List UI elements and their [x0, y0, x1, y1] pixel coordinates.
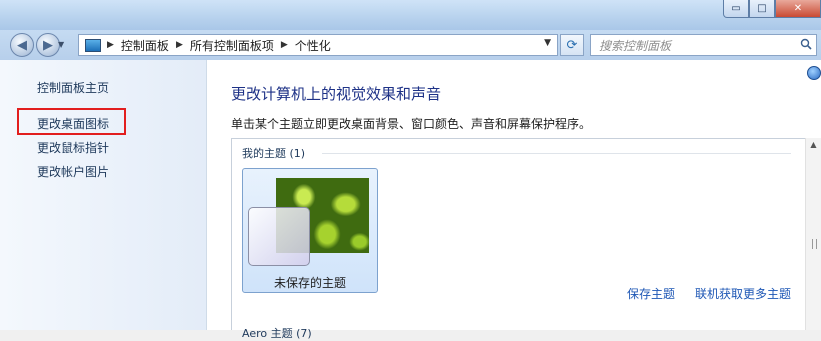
address-dropdown-icon[interactable]: ▼ [544, 38, 551, 48]
back-arrow-icon: ◀ [17, 37, 27, 53]
page-title: 更改计算机上的视觉效果和声音 [231, 85, 442, 103]
theme-window-color-preview [248, 207, 310, 266]
breadcrumb-personalization[interactable]: 个性化 [295, 37, 331, 54]
window-title-bar[interactable]: ▭ □ ✕ [0, 0, 821, 30]
breadcrumb-chevron-icon[interactable]: ▶ [281, 40, 288, 50]
help-icon[interactable] [807, 66, 821, 80]
vertical-scrollbar[interactable]: ▲ [805, 138, 821, 330]
recent-pages-dropdown-icon[interactable]: ▼ [58, 40, 64, 49]
refresh-icon: ⟳ [566, 37, 578, 53]
sidebar-item-change-mouse-pointers[interactable]: 更改鼠标指针 [37, 139, 109, 156]
highlight-annotation-box [17, 108, 126, 135]
maximize-button[interactable]: □ [749, 0, 775, 18]
get-more-themes-online-link[interactable]: 联机获取更多主题 [695, 285, 791, 302]
scroll-thumb-grip[interactable] [812, 239, 817, 249]
sidebar-item-change-account-picture[interactable]: 更改帐户图片 [37, 163, 109, 180]
search-placeholder: 搜索控制面板 [599, 38, 672, 53]
control-panel-icon [85, 38, 101, 52]
forward-button[interactable]: ▶ [36, 33, 60, 57]
theme-tile-unsaved[interactable]: 未保存的主题 [242, 168, 378, 293]
close-button[interactable]: ✕ [775, 0, 821, 18]
minimize-button[interactable]: ▭ [723, 0, 749, 18]
aero-themes-group-header[interactable]: Aero 主题 (7) [242, 325, 312, 341]
page-description: 单击某个主题立即更改桌面背景、窗口颜色、声音和屏幕保护程序。 [231, 117, 592, 131]
theme-name-label: 未保存的主题 [273, 276, 346, 290]
breadcrumb-chevron-icon[interactable]: ▶ [176, 40, 183, 50]
theme-list-panel: 我的主题 (1) 未保存的主题 保存主题 联机获取更多主题 Aero 主题 (7… [231, 138, 821, 340]
search-icon[interactable] [800, 38, 812, 50]
scroll-up-icon[interactable]: ▲ [806, 140, 821, 149]
sidebar-item-control-panel-home[interactable]: 控制面板主页 [37, 79, 109, 96]
window-caption-buttons: ▭ □ ✕ [723, 0, 821, 20]
breadcrumb-all-items[interactable]: 所有控制面板项 [190, 37, 274, 54]
address-bar[interactable]: ▶ 控制面板 ▶ 所有控制面板项 ▶ 个性化 ▼ [78, 34, 558, 56]
back-button[interactable]: ◀ [10, 33, 34, 57]
theme-actions: 保存主题 联机获取更多主题 [627, 285, 791, 302]
save-theme-link[interactable]: 保存主题 [627, 285, 675, 302]
breadcrumb: 控制面板 ▶ 所有控制面板项 ▶ 个性化 [121, 37, 331, 54]
refresh-button[interactable]: ⟳ [560, 34, 584, 56]
breadcrumb-chevron-icon[interactable]: ▶ [107, 40, 114, 50]
main-content: 更改计算机上的视觉效果和声音 单击某个主题立即更改桌面背景、窗口颜色、声音和屏幕… [207, 60, 821, 340]
search-input[interactable]: 搜索控制面板 [590, 34, 817, 56]
sidebar: 控制面板主页 更改桌面图标 更改鼠标指针 更改帐户图片 [0, 60, 207, 330]
group-divider [322, 153, 791, 154]
breadcrumb-control-panel[interactable]: 控制面板 [121, 37, 169, 54]
forward-arrow-icon: ▶ [43, 37, 53, 53]
navigation-bar: ◀ ▶ ▼ ▶ 控制面板 ▶ 所有控制面板项 ▶ 个性化 ▼ ⟳ 搜索控制面板 [0, 30, 821, 60]
my-themes-group-header[interactable]: 我的主题 (1) [242, 145, 305, 161]
